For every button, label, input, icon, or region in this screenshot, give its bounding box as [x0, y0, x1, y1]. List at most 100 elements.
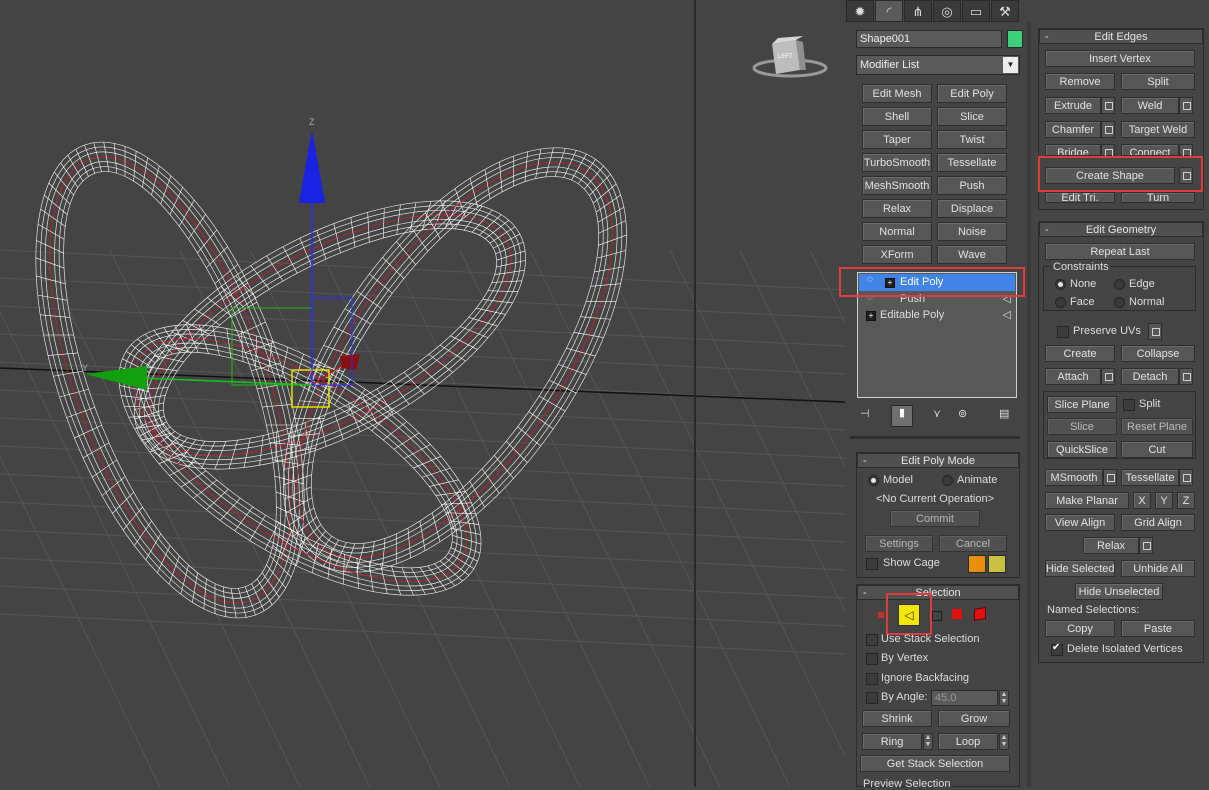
- motion-icon[interactable]: ◎: [933, 0, 961, 22]
- settings-button[interactable]: Settings: [865, 535, 933, 552]
- edit-geometry-header[interactable]: - Edit Geometry: [1039, 222, 1203, 237]
- perspective-viewport[interactable]: Z Y LEFT: [0, 0, 845, 787]
- bridge-settings-button[interactable]: [1101, 144, 1115, 157]
- hierarchy-icon[interactable]: ⋔: [904, 0, 932, 22]
- repeat-last-button[interactable]: Repeat Last: [1045, 243, 1195, 260]
- msmooth-settings-button[interactable]: [1103, 469, 1117, 486]
- expand-plus-icon[interactable]: +: [866, 311, 876, 321]
- ring-button[interactable]: Ring: [862, 733, 922, 750]
- show-end-result-icon[interactable]: ▮: [891, 405, 913, 427]
- modifier-list-dropdown[interactable]: Modifier List ▼: [856, 55, 1020, 75]
- loop-spinner[interactable]: ▲ ▼: [999, 733, 1009, 750]
- hide-unselected-button[interactable]: Hide Unselected: [1075, 583, 1163, 600]
- planar-x-button[interactable]: X: [1133, 492, 1151, 509]
- extrude-settings-button[interactable]: [1101, 97, 1115, 114]
- planar-z-button[interactable]: Z: [1177, 492, 1195, 509]
- modifier-button[interactable]: Noise: [937, 222, 1007, 241]
- modifier-button[interactable]: MeshSmooth: [862, 176, 932, 195]
- modifier-button[interactable]: Edit Mesh: [862, 84, 932, 103]
- view-align-button[interactable]: View Align: [1045, 514, 1115, 531]
- chevron-down-icon[interactable]: ▼: [1003, 57, 1018, 73]
- grid-align-button[interactable]: Grid Align: [1121, 514, 1195, 531]
- copy-button[interactable]: Copy: [1045, 620, 1115, 637]
- make-unique-icon[interactable]: ⋎: [933, 407, 941, 420]
- by-angle-input[interactable]: 45.0: [931, 690, 998, 706]
- pin-stack-icon[interactable]: ⊣: [860, 407, 870, 420]
- modifier-button[interactable]: Push: [937, 176, 1007, 195]
- insert-vertex-button[interactable]: Insert Vertex: [1045, 50, 1195, 67]
- constraint-normal-radio[interactable]: [1114, 297, 1125, 308]
- modify-icon[interactable]: ◜: [875, 0, 903, 22]
- constraint-edge-radio[interactable]: [1114, 279, 1125, 290]
- paste-button[interactable]: Paste: [1121, 620, 1195, 637]
- modifier-button[interactable]: Relax: [862, 199, 932, 218]
- by-vertex-checkbox[interactable]: [866, 653, 878, 665]
- ring-spinner[interactable]: ▲ ▼: [923, 733, 933, 750]
- selection-header[interactable]: - Selection: [857, 585, 1019, 600]
- utilities-icon[interactable]: ⚒: [991, 0, 1019, 22]
- bridge-button[interactable]: Bridge: [1045, 144, 1101, 156]
- polygon-mode-icon[interactable]: [952, 609, 962, 619]
- panel-splitter[interactable]: [1027, 22, 1031, 787]
- modifier-button[interactable]: Edit Poly: [937, 84, 1007, 103]
- modifier-button[interactable]: Twist: [937, 130, 1007, 149]
- gizmo-z-cone[interactable]: [299, 130, 325, 203]
- detach-button[interactable]: Detach: [1121, 368, 1179, 385]
- get-stack-selection-button[interactable]: Get Stack Selection: [860, 755, 1010, 772]
- create-button[interactable]: Create: [1045, 345, 1115, 362]
- hide-selected-button[interactable]: Hide Selected: [1045, 560, 1115, 577]
- attach-button[interactable]: Attach: [1045, 368, 1101, 385]
- ignore-backfacing-checkbox[interactable]: [866, 673, 878, 685]
- quickslice-button[interactable]: QuickSlice: [1047, 441, 1117, 458]
- grow-button[interactable]: Grow: [938, 710, 1010, 727]
- target-weld-button[interactable]: Target Weld: [1121, 121, 1195, 138]
- use-stack-selection-checkbox[interactable]: [866, 634, 878, 646]
- remove-button[interactable]: Remove: [1045, 73, 1115, 90]
- cage-color-swatch-2[interactable]: [988, 555, 1006, 573]
- modifier-button[interactable]: Displace: [937, 199, 1007, 218]
- turn-button[interactable]: Turn: [1121, 192, 1195, 203]
- weld-settings-button[interactable]: [1179, 97, 1193, 114]
- loop-button[interactable]: Loop: [938, 733, 998, 750]
- modifier-button[interactable]: TurboSmooth: [862, 153, 932, 172]
- animate-radio[interactable]: [942, 475, 953, 486]
- weld-button[interactable]: Weld: [1121, 97, 1179, 114]
- cancel-button[interactable]: Cancel: [939, 535, 1007, 552]
- planar-y-button[interactable]: Y: [1155, 492, 1173, 509]
- slice-button[interactable]: Slice: [1047, 418, 1117, 435]
- model-radio[interactable]: [868, 475, 879, 486]
- split-checkbox[interactable]: [1123, 399, 1135, 411]
- chamfer-button[interactable]: Chamfer: [1045, 121, 1101, 138]
- edit-edges-header[interactable]: - Edit Edges: [1039, 29, 1203, 44]
- modifier-button[interactable]: Shell: [862, 107, 932, 126]
- cut-button[interactable]: Cut: [1121, 441, 1193, 458]
- show-cage-checkbox[interactable]: [866, 558, 878, 570]
- modifier-button[interactable]: Taper: [862, 130, 932, 149]
- shrink-button[interactable]: Shrink: [862, 710, 932, 727]
- tessellate-button[interactable]: Tessellate: [1121, 469, 1179, 486]
- transform-gizmo[interactable]: [85, 130, 360, 408]
- modifier-button[interactable]: XForm: [862, 245, 932, 264]
- preserve-uvs-settings-button[interactable]: [1148, 323, 1162, 340]
- preserve-uvs-checkbox[interactable]: [1057, 326, 1069, 338]
- object-name-field[interactable]: Shape001: [856, 30, 1002, 48]
- constraint-face-radio[interactable]: [1055, 297, 1066, 308]
- msmooth-button[interactable]: MSmooth: [1045, 469, 1103, 486]
- element-mode-icon[interactable]: [974, 606, 986, 622]
- delete-isolated-vertices-checkbox[interactable]: [1051, 642, 1063, 656]
- modifier-button[interactable]: Tessellate: [937, 153, 1007, 172]
- remove-modifier-icon[interactable]: ⊚: [958, 407, 967, 420]
- attach-settings-button[interactable]: [1101, 368, 1115, 385]
- modifier-button[interactable]: Slice: [937, 107, 1007, 126]
- connect-settings-button[interactable]: [1179, 144, 1193, 157]
- modifier-button[interactable]: Normal: [862, 222, 932, 241]
- connect-button[interactable]: Connect: [1121, 144, 1179, 156]
- extrude-button[interactable]: Extrude: [1045, 97, 1101, 114]
- collapse-button[interactable]: Collapse: [1121, 345, 1195, 362]
- edit-poly-mode-header[interactable]: - Edit Poly Mode: [857, 453, 1019, 468]
- unhide-all-button[interactable]: Unhide All: [1121, 560, 1195, 577]
- create-icon[interactable]: ✹: [846, 0, 874, 22]
- vertex-mode-icon[interactable]: [878, 612, 884, 618]
- viewport-canvas[interactable]: Z Y LEFT: [0, 0, 845, 787]
- detach-settings-button[interactable]: [1179, 368, 1193, 385]
